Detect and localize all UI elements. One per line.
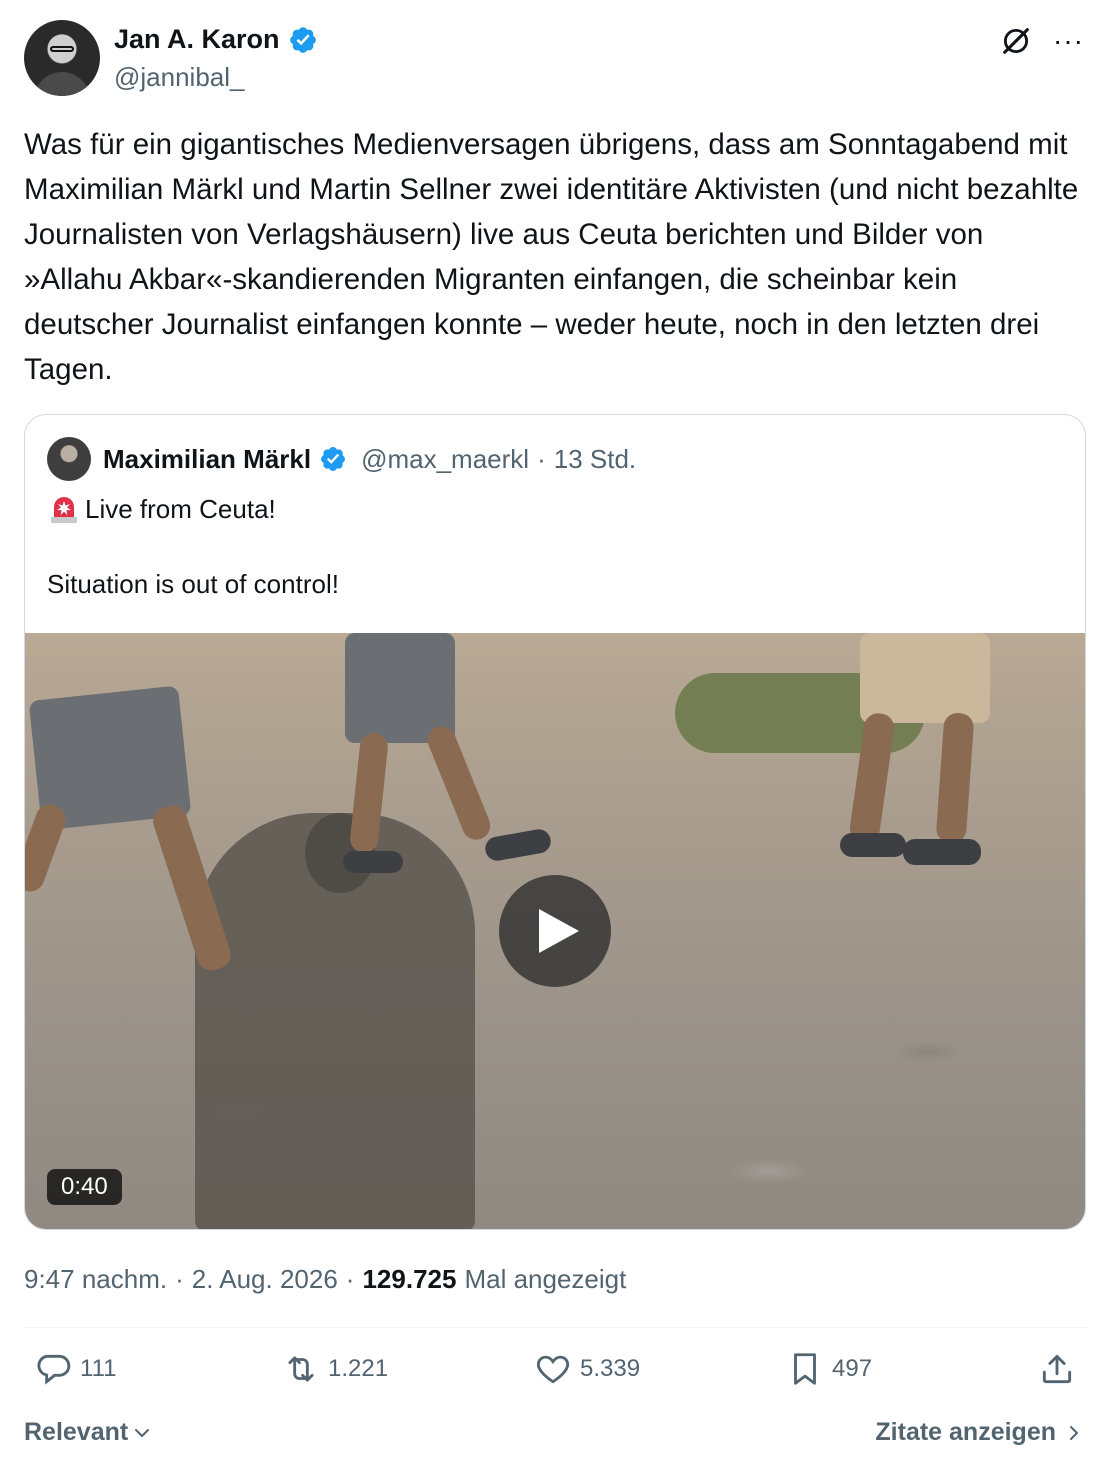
author-name[interactable]: Jan A. Karon	[114, 24, 280, 55]
video-duration-badge: 0:40	[47, 1169, 122, 1205]
avatar-shoulders	[34, 72, 90, 96]
verified-badge-icon	[289, 26, 316, 53]
chevron-down-icon	[135, 1428, 150, 1437]
bookmark-count: 497	[832, 1355, 873, 1382]
sort-label: Relevant	[24, 1418, 129, 1446]
quoted-tweet[interactable]: Maximilian Märkl @max_maerkl · 13 Std. L…	[24, 414, 1086, 1230]
reply-count: 111	[80, 1355, 117, 1382]
more-options-icon[interactable]: ···	[1053, 27, 1084, 55]
verified-badge-icon	[321, 447, 346, 471]
video-player[interactable]: 0:40	[25, 633, 1085, 1229]
tweet-meta: 9:47 nachm. · 2. Aug. 2026 · 129.725 Mal…	[24, 1264, 626, 1295]
separator-dot: ·	[537, 443, 546, 474]
tweet-time[interactable]: 9:47 nachm.	[24, 1264, 167, 1295]
repost-count: 1.221	[328, 1355, 389, 1382]
play-icon	[539, 909, 579, 953]
quoted-author-avatar	[47, 437, 91, 481]
tweet-actions: 111 1.221 5.339 497	[24, 1350, 1086, 1400]
like-count: 5.339	[580, 1355, 641, 1382]
separator-dot: ·	[345, 1264, 355, 1294]
repost-button[interactable]: 1.221	[282, 1350, 388, 1388]
quoted-tweet-text-1: Live from Ceuta!	[85, 493, 276, 524]
view-count: 129.725	[362, 1264, 457, 1294]
bookmark-button[interactable]: 497	[786, 1350, 872, 1388]
author-name-row: Jan A. Karon	[114, 24, 318, 55]
video-frame-shorts	[860, 633, 990, 723]
reply-icon	[37, 1354, 71, 1385]
like-button[interactable]: 5.339	[534, 1350, 640, 1388]
separator-dot: ·	[175, 1264, 184, 1294]
reply-button[interactable]: 111	[34, 1350, 116, 1388]
author-handle[interactable]: @jannibal_	[114, 62, 244, 93]
video-frame-shoe	[840, 833, 906, 857]
quoted-tweet-line-1: Live from Ceuta!	[47, 493, 276, 525]
video-frame-shoe	[343, 851, 403, 873]
quoted-author-handle: @max_maerkl	[361, 443, 530, 474]
tweet-date[interactable]: 2. Aug. 2026	[192, 1264, 338, 1295]
tweet-header: Jan A. Karon @jannibal_ ···	[24, 20, 1084, 100]
heart-icon	[536, 1355, 570, 1384]
quoted-author-name: Maximilian Märkl	[103, 443, 312, 474]
divider	[24, 1327, 1086, 1328]
header-actions: ···	[999, 24, 1084, 58]
rotating-light-icon	[51, 497, 77, 523]
view-count-label: Mal angezeigt	[464, 1264, 627, 1294]
view-quotes-label: Zitate anzeigen	[875, 1418, 1056, 1446]
quoted-tweet-header: Maximilian Märkl @max_maerkl · 13 Std.	[47, 437, 636, 481]
share-icon	[1042, 1354, 1072, 1384]
author-avatar[interactable]	[24, 20, 100, 96]
tweet-text: Was für ein gigantisches Medienversagen …	[24, 128, 1079, 386]
chevron-right-icon	[1070, 1425, 1078, 1440]
bookmark-icon	[794, 1353, 816, 1385]
video-frame-shoe	[903, 839, 981, 865]
sort-dropdown[interactable]: Relevant	[24, 1418, 152, 1447]
quoted-tweet-line-2: Situation is out of control!	[47, 569, 339, 599]
quoted-tweet-time: 13 Std.	[553, 443, 637, 474]
view-quotes-link[interactable]: Zitate anzeigen	[875, 1418, 1084, 1447]
avatar-glasses	[50, 46, 74, 52]
grok-icon[interactable]	[999, 24, 1033, 58]
repost-icon	[288, 1356, 314, 1382]
play-button[interactable]	[499, 875, 611, 987]
share-button[interactable]	[1038, 1350, 1076, 1388]
